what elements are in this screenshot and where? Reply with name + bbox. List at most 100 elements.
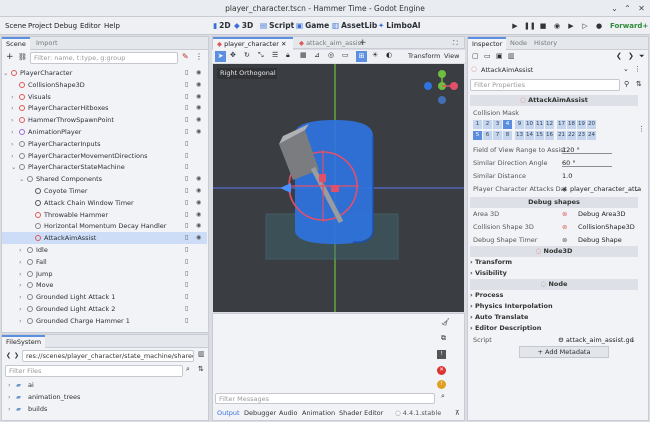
tab-player-character[interactable]: ◆ player_character ✕: [213, 37, 293, 50]
viewport-view-label[interactable]: Right Orthogonal: [220, 69, 276, 77]
expand-icon[interactable]: ⌄: [3, 67, 8, 79]
property-value[interactable]: player_character_atta: [570, 183, 641, 195]
scene-tree-item[interactable]: › Move ▯: [2, 279, 207, 291]
scene-tree-item[interactable]: › Idle ▯: [2, 244, 207, 256]
expand-icon[interactable]: ›: [19, 291, 22, 303]
visibility-eye-icon[interactable]: ◉: [196, 173, 201, 185]
expand-icon[interactable]: ›: [11, 102, 14, 114]
workspace-2d[interactable]: ▮ 2D: [213, 17, 231, 35]
copy-icon[interactable]: ⧉: [441, 334, 446, 343]
menu-editor[interactable]: Editor: [80, 17, 101, 35]
errors-icon[interactable]: ✕: [437, 366, 446, 375]
rotate-tool-icon[interactable]: ↻: [244, 51, 250, 59]
pin-icon[interactable]: ⚲: [624, 80, 629, 88]
collision-mask-bit[interactable]: 1: [473, 120, 482, 129]
tab-inspector[interactable]: Inspector: [468, 37, 507, 50]
group-visibility[interactable]: › Visibility: [470, 268, 638, 279]
scene-tree-item[interactable]: › PlayerCharacterHitboxes ▯ ◉: [2, 102, 207, 114]
expand-icon[interactable]: ›: [19, 256, 22, 268]
workspace-game[interactable]: ▣ Game: [296, 17, 329, 35]
group-transform[interactable]: › Transform: [470, 257, 638, 268]
script-icon[interactable]: ▯: [185, 114, 188, 126]
history-back-icon[interactable]: ❮: [616, 52, 622, 60]
messages-icon[interactable]: !: [437, 350, 446, 359]
collision-mask-bit[interactable]: 13: [515, 131, 524, 140]
node-path-value[interactable]: Debug Area3D: [578, 208, 626, 220]
menu-help[interactable]: Help: [104, 17, 120, 35]
scene-tree-item[interactable]: › Jump ▯: [2, 268, 207, 280]
scene-tree-item[interactable]: › HammerThrowSpawnPoint ▯ ◉: [2, 114, 207, 126]
property-value[interactable]: 60 °: [562, 157, 576, 169]
add-metadata-button[interactable]: + Add Metadata: [519, 346, 609, 358]
warnings-icon[interactable]: !: [437, 380, 446, 389]
expand-icon[interactable]: ›: [11, 114, 14, 126]
list-select-icon[interactable]: ☰: [272, 51, 278, 59]
collision-mask-bit[interactable]: 18: [567, 120, 576, 129]
scale-tool-icon[interactable]: ⤡: [258, 51, 264, 60]
scene-tree-item[interactable]: Attack Chain Window Timer ▯ ◉: [2, 197, 207, 209]
file-item[interactable]: › ▰ builds: [2, 403, 202, 415]
menu-scene[interactable]: Scene: [5, 17, 26, 35]
script-icon[interactable]: ▯: [185, 303, 188, 315]
movie-icon[interactable]: ●: [594, 21, 604, 31]
script-icon[interactable]: ▯: [185, 256, 188, 268]
collision-mask-bit[interactable]: 3: [493, 120, 502, 129]
new-resource-icon[interactable]: ▢: [472, 52, 479, 60]
visibility-eye-icon[interactable]: ◉: [196, 91, 201, 103]
node-path-value[interactable]: CollisionShape3D: [578, 221, 635, 233]
play-scene-icon[interactable]: ▶: [566, 21, 576, 31]
scene-tree-item[interactable]: › Grounded Light Attack 1 ▯: [2, 291, 207, 303]
gizmo-z[interactable]: [424, 82, 432, 90]
scene-tree-item[interactable]: › PlayerCharacterMovementDirections ▯: [2, 150, 207, 162]
visibility-eye-icon[interactable]: ◉: [196, 114, 201, 126]
clear-icon[interactable]: 🧹︎: [441, 318, 450, 326]
expand-icon[interactable]: ›: [11, 126, 14, 138]
ruler-icon[interactable]: ⊿: [314, 51, 320, 59]
collision-mask-bit[interactable]: 7: [493, 131, 502, 140]
script-icon[interactable]: ▯: [185, 102, 188, 114]
script-icon[interactable]: ▯: [185, 185, 188, 197]
collision-mask-bit[interactable]: 5: [473, 131, 482, 140]
collision-mask-bit[interactable]: 4: [503, 120, 512, 129]
filesystem-path-input[interactable]: res://scenes/player_character/state_mach…: [22, 350, 194, 362]
group-physics-interpolation[interactable]: › Physics Interpolation: [470, 301, 638, 312]
view-menu[interactable]: View: [444, 50, 459, 63]
script-icon[interactable]: ▯: [185, 138, 188, 150]
sort-icon[interactable]: ⇅: [198, 365, 204, 373]
script-attach-icon[interactable]: ✎: [182, 52, 189, 61]
collision-mask-bit[interactable]: 15: [535, 131, 544, 140]
move-tool-icon[interactable]: ✥: [230, 51, 236, 59]
scene-tree-item[interactable]: › Visuals ▯ ◉: [2, 91, 207, 103]
tab-import[interactable]: Import: [32, 37, 62, 50]
resource-menu-icon[interactable]: ▥: [508, 52, 515, 60]
select-tool-icon[interactable]: ➤: [215, 51, 226, 62]
collision-mask-bit[interactable]: 9: [515, 120, 524, 129]
group-icon[interactable]: ▦: [300, 51, 307, 59]
scene-filter-input[interactable]: Filter: name, t:type, g:group: [30, 52, 178, 64]
scene-tree-item[interactable]: › Grounded Light Attack 2 ▯: [2, 303, 207, 315]
3d-viewport[interactable]: Right Orthogonal: [213, 64, 464, 312]
sun-icon[interactable]: ☀: [372, 51, 378, 59]
open-folder-icon[interactable]: ▭: [484, 52, 491, 60]
script-icon[interactable]: ▯: [185, 279, 188, 291]
play-icon[interactable]: ▶: [510, 21, 520, 31]
history-forward-icon[interactable]: ❯: [628, 52, 634, 60]
scene-tree-item[interactable]: Horizontal Momentum Decay Handler ▯ ◉: [2, 220, 207, 232]
menu-debug[interactable]: Debug: [54, 17, 77, 35]
script-icon[interactable]: ▯: [185, 126, 188, 138]
scene-tree-item[interactable]: › Fall ▯: [2, 256, 207, 268]
close-icon[interactable]: ✕: [636, 3, 647, 14]
scene-tree-item[interactable]: ⌄ Shared Components ▯ ◉: [2, 173, 207, 185]
history-menu-icon[interactable]: ⏷: [639, 52, 645, 61]
script-value[interactable]: ⚙ attack_aim_assist.gd: [558, 334, 634, 346]
add-tab-button[interactable]: +: [355, 37, 371, 50]
slider-track[interactable]: [562, 166, 612, 167]
visibility-eye-icon[interactable]: ◉: [196, 185, 201, 197]
tab-debugger[interactable]: Debugger: [244, 407, 276, 420]
expand-icon[interactable]: ›: [11, 150, 14, 162]
stop-icon[interactable]: ■: [538, 21, 548, 31]
section-header-node3d[interactable]: ◌ Node3D: [470, 246, 638, 257]
visibility-eye-icon[interactable]: ◉: [196, 126, 201, 138]
inspected-node-name[interactable]: AttackAimAssist: [481, 64, 533, 76]
expand-icon[interactable]: ›: [11, 138, 14, 150]
